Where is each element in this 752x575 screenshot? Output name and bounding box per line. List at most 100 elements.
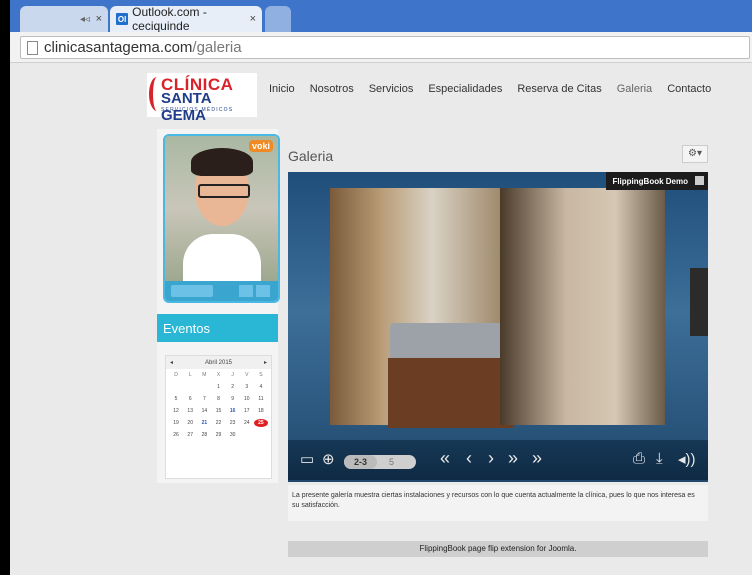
calendar-day[interactable]: 14 (197, 407, 211, 415)
fullscreen-icon[interactable] (695, 176, 704, 185)
calendar-day[interactable]: 1 (211, 383, 225, 391)
calendar-day[interactable]: 8 (211, 395, 225, 403)
calendar-day[interactable]: 28 (197, 431, 211, 439)
calendar-header: ◂ Abril 2015 ▸ (166, 356, 271, 369)
nav-contacto[interactable]: Contacto (667, 83, 711, 95)
first-page-icon[interactable]: « (440, 448, 450, 469)
calendar-weekday: M (202, 372, 207, 378)
gallery-photo-left (330, 188, 513, 428)
web-page: CLÍNICA SANTA GEMA SERVICIOS MÉDICOS Ini… (10, 63, 752, 575)
calendar-day[interactable]: 3 (240, 383, 254, 391)
calendar-day (254, 431, 268, 439)
nav-galeria[interactable]: Galeria (617, 83, 652, 95)
avatar-ctrl-button[interactable] (256, 285, 270, 297)
nav-nosotros[interactable]: Nosotros (310, 83, 354, 95)
avatar-glasses (198, 184, 250, 198)
calendar-day[interactable]: 24 (240, 419, 254, 427)
calendar-day[interactable]: 23 (226, 419, 240, 427)
gear-icon[interactable]: ⚙▾ (682, 145, 708, 163)
avatar-ctrl-button[interactable] (239, 285, 253, 297)
tab-outlook[interactable]: Ol Outlook.com - ceciquinde × (110, 5, 262, 33)
download-icon[interactable]: ⤓ (656, 450, 663, 467)
calendar-day[interactable]: 21 (197, 419, 211, 427)
calendar-day[interactable]: 5 (169, 395, 183, 403)
viewer-toolbar: ▭ ⊕ 2-3 5 « ‹ › » » ⎙ ⤓ ◂)) (288, 440, 708, 480)
page-current: 2-3 (344, 455, 378, 469)
avatar-body (183, 234, 261, 282)
calendar-day (240, 431, 254, 439)
new-tab-button[interactable] (265, 6, 291, 32)
next-page-icon[interactable]: › (488, 448, 494, 469)
page-indicator[interactable]: 2-3 5 (344, 455, 416, 469)
calendar-day (183, 383, 197, 391)
calendar-day[interactable]: 19 (169, 419, 183, 427)
zoom-icon[interactable]: ⊕ (322, 450, 335, 468)
gallery-photo-right (500, 188, 708, 425)
voki-avatar-widget[interactable]: voki (163, 134, 280, 303)
outlook-icon: Ol (116, 13, 129, 25)
nav-especialidades[interactable]: Especialidades (428, 83, 502, 95)
calendar-day[interactable]: 18 (254, 407, 268, 415)
sound-icon[interactable]: ◂)) (678, 450, 696, 468)
left-black-edge (0, 0, 10, 575)
flippingbook-footer: FlippingBook page flip extension for Joo… (288, 541, 708, 557)
calendar-day[interactable]: 16 (226, 407, 240, 415)
close-tab-icon[interactable]: × (250, 13, 256, 25)
play-button[interactable] (171, 285, 213, 297)
calendar-day[interactable]: 27 (183, 431, 197, 439)
calendar-weekday: X (216, 372, 221, 378)
nav-inicio[interactable]: Inicio (269, 83, 295, 95)
tab-outlook-label: Outlook.com - ceciquinde (132, 5, 207, 33)
calendar-weekday: J (231, 372, 234, 378)
print-icon[interactable]: ⎙ (633, 450, 645, 467)
calendar-day[interactable]: 29 (211, 431, 225, 439)
nav-reserva[interactable]: Reserva de Citas (517, 83, 601, 95)
demo-label-text: FlippingBook Demo (612, 176, 688, 186)
calendar-prev-button[interactable]: ◂ (170, 359, 173, 366)
calendar-day[interactable]: 30 (226, 431, 240, 439)
page-title: Galeria (288, 148, 334, 164)
calendar-day[interactable]: 25 (253, 419, 268, 427)
page-icon (27, 40, 38, 55)
thumbnails-icon[interactable]: ▭ (300, 450, 314, 468)
last-page-icon[interactable]: » (508, 448, 518, 469)
calendar-day[interactable]: 22 (211, 419, 225, 427)
calendar-day[interactable]: 4 (254, 383, 268, 391)
calendar-day (169, 383, 183, 391)
calendar-day[interactable]: 20 (183, 419, 197, 427)
end-page-icon[interactable]: » (532, 448, 542, 469)
flipbook-viewer[interactable]: FlippingBook Demo ▭ ⊕ 2-3 5 « ‹ › » » ⎙ … (288, 172, 708, 482)
address-bar[interactable]: clinicasantagema.com/galeria (20, 36, 750, 59)
eventos-header: Eventos (157, 314, 278, 342)
main-nav: Inicio Nosotros Servicios Especialidades… (269, 83, 726, 95)
calendar-day[interactable]: 12 (169, 407, 183, 415)
address-bar-area: clinicasantagema.com/galeria (10, 32, 752, 63)
calendar-day[interactable]: 11 (254, 395, 268, 403)
calendar-day[interactable]: 6 (183, 395, 197, 403)
nav-servicios[interactable]: Servicios (369, 83, 414, 95)
calendar-next-button[interactable]: ▸ (264, 359, 267, 366)
calendar-day[interactable]: 15 (211, 407, 225, 415)
calendar-day[interactable]: 7 (197, 395, 211, 403)
calendar-day[interactable]: 9 (226, 395, 240, 403)
tab-current[interactable]: ◂◃ × (20, 6, 108, 32)
calendar-day[interactable]: 2 (226, 383, 240, 391)
close-tab-icon[interactable]: × (96, 13, 102, 25)
tab-strip: ◂◃ × Ol Outlook.com - ceciquinde × (10, 0, 752, 33)
monitor-shape (690, 268, 708, 336)
prev-page-icon[interactable]: ‹ (466, 448, 472, 469)
url-host: clinicasantagema.com (44, 39, 193, 56)
url-path: /galeria (192, 39, 242, 56)
calendar-day[interactable]: 26 (169, 431, 183, 439)
calendar-weekday: S (259, 372, 263, 378)
site-logo[interactable]: CLÍNICA SANTA GEMA SERVICIOS MÉDICOS (147, 73, 257, 124)
avatar-controls (165, 281, 278, 301)
calendar-day[interactable]: 10 (240, 395, 254, 403)
calendar-grid: D L M X J V S 1 2 3 4 5 6 7 8 9 10 11 12 13 14 15 16 17 18 19 20 21… (166, 369, 271, 441)
logo-line3: SERVICIOS MÉDICOS (161, 107, 234, 113)
speaker-icon: ◂◃ (80, 13, 91, 25)
calendar-weekday: L (188, 372, 192, 378)
calendar-day[interactable]: 17 (240, 407, 254, 415)
page-next: 5 (389, 457, 395, 467)
calendar-day[interactable]: 13 (183, 407, 197, 415)
